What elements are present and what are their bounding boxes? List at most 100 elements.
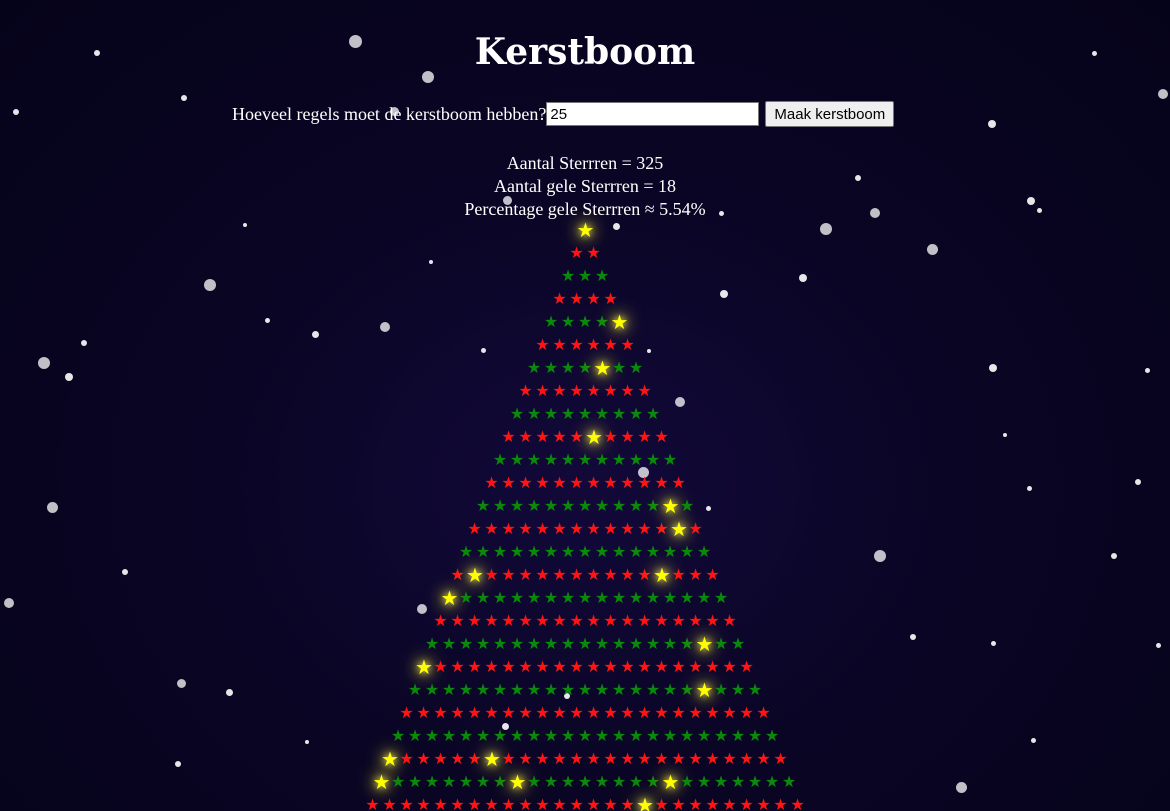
green-star-icon: ★ xyxy=(679,633,695,653)
red-star-icon: ★ xyxy=(671,748,686,768)
green-star-icon: ★ xyxy=(679,541,695,561)
red-star-icon: ★ xyxy=(569,288,584,308)
green-star-icon: ★ xyxy=(441,633,457,653)
green-star-icon: ★ xyxy=(543,449,559,469)
red-star-icon: ★ xyxy=(552,472,567,492)
green-star-icon: ★ xyxy=(509,495,525,515)
green-star-icon: ★ xyxy=(645,771,661,791)
red-star-icon: ★ xyxy=(569,334,584,354)
green-star-icon: ★ xyxy=(407,771,423,791)
red-star-icon: ★ xyxy=(467,610,482,630)
red-star-icon: ★ xyxy=(484,472,499,492)
green-star-icon: ★ xyxy=(424,633,440,653)
green-star-icon: ★ xyxy=(628,587,644,607)
green-star-icon: ★ xyxy=(713,587,729,607)
red-star-icon: ★ xyxy=(433,610,448,630)
green-star-icon: ★ xyxy=(611,541,627,561)
red-star-icon: ★ xyxy=(569,426,584,446)
tree-row: ★ ★ ★ ★ ★ ★ ★ ★ ★ ★ ★ ★ ★ ★ ★ ★ ★ ★ ★ ★ ★ ★ ★ ★ ★ ★ xyxy=(0,793,1170,811)
stats: Aantal Sterrren = 325 Aantal gele Sterrr… xyxy=(0,152,1170,221)
red-star-icon: ★ xyxy=(552,656,567,676)
red-star-icon: ★ xyxy=(671,610,686,630)
tree-row: ★ ★ ★ ★ ★ ★ ★ ★ ★ ★ ★ ★ ★ ★ xyxy=(0,517,1170,540)
red-star-icon: ★ xyxy=(654,656,669,676)
red-star-icon: ★ xyxy=(603,656,618,676)
yellow-star-icon: ★ xyxy=(653,562,671,587)
red-star-icon: ★ xyxy=(433,748,448,768)
green-star-icon: ★ xyxy=(628,679,644,699)
red-star-icon: ★ xyxy=(416,794,431,811)
red-star-icon: ★ xyxy=(416,748,431,768)
yellow-star-icon: ★ xyxy=(483,746,501,771)
green-star-icon: ★ xyxy=(492,771,508,791)
red-star-icon: ★ xyxy=(433,656,448,676)
green-star-icon: ★ xyxy=(696,725,712,745)
red-star-icon: ★ xyxy=(739,656,754,676)
red-star-icon: ★ xyxy=(637,656,652,676)
tree-row: ★ ★ ★ ★ ★ ★ ★ ★ ★ ★ ★ ★ ★ ★ ★ ★ ★ ★ ★ ★ xyxy=(0,655,1170,678)
red-star-icon: ★ xyxy=(671,656,686,676)
red-star-icon: ★ xyxy=(671,702,686,722)
red-star-icon: ★ xyxy=(518,702,533,722)
green-star-icon: ★ xyxy=(747,679,763,699)
red-star-icon: ★ xyxy=(654,748,669,768)
red-star-icon: ★ xyxy=(467,518,482,538)
red-star-icon: ★ xyxy=(637,472,652,492)
tree-row: ★ ★ ★ ★ ★ ★ ★ ★ ★ ★ ★ ★ ★ ★ ★ ★ ★ ★ ★ ★ ★ ★ ★ xyxy=(0,724,1170,747)
green-star-icon: ★ xyxy=(594,541,610,561)
red-star-icon: ★ xyxy=(654,794,669,811)
red-star-icon: ★ xyxy=(705,794,720,811)
red-star-icon: ★ xyxy=(382,794,397,811)
red-star-icon: ★ xyxy=(756,702,771,722)
yellow-star-icon: ★ xyxy=(661,493,680,518)
green-star-icon: ★ xyxy=(526,633,542,653)
red-star-icon: ★ xyxy=(569,472,584,492)
red-star-icon: ★ xyxy=(552,564,567,584)
green-star-icon: ★ xyxy=(560,265,576,285)
red-star-icon: ★ xyxy=(586,380,601,400)
green-star-icon: ★ xyxy=(441,771,457,791)
green-star-icon: ★ xyxy=(628,725,644,745)
red-star-icon: ★ xyxy=(603,748,618,768)
green-star-icon: ★ xyxy=(492,679,508,699)
green-star-icon: ★ xyxy=(560,541,576,561)
green-star-icon: ★ xyxy=(628,357,644,377)
green-star-icon: ★ xyxy=(713,633,729,653)
red-star-icon: ★ xyxy=(586,702,601,722)
green-star-icon: ★ xyxy=(594,495,610,515)
red-star-icon: ★ xyxy=(586,334,601,354)
green-star-icon: ★ xyxy=(492,725,508,745)
green-star-icon: ★ xyxy=(543,679,559,699)
green-star-icon: ★ xyxy=(594,311,610,331)
red-star-icon: ★ xyxy=(586,242,601,262)
rows-input[interactable] xyxy=(546,102,760,126)
yellow-star-icon: ★ xyxy=(610,309,629,334)
red-star-icon: ★ xyxy=(450,702,465,722)
red-star-icon: ★ xyxy=(637,610,652,630)
tree-row: ★ ★ ★ ★ ★ ★ ★ ★ ★ ★ ★ xyxy=(0,448,1170,471)
red-star-icon: ★ xyxy=(450,794,465,811)
red-star-icon: ★ xyxy=(705,564,720,584)
green-star-icon: ★ xyxy=(492,541,508,561)
green-star-icon: ★ xyxy=(747,771,763,791)
tree-row: ★ ★ ★ ★ ★ ★ xyxy=(0,333,1170,356)
green-star-icon: ★ xyxy=(696,771,712,791)
green-star-icon: ★ xyxy=(577,311,593,331)
green-star-icon: ★ xyxy=(526,357,542,377)
green-star-icon: ★ xyxy=(713,679,729,699)
green-star-icon: ★ xyxy=(662,633,678,653)
green-star-icon: ★ xyxy=(543,311,559,331)
make-tree-button[interactable]: Maak kerstboom xyxy=(765,101,895,127)
green-star-icon: ★ xyxy=(458,633,474,653)
green-star-icon: ★ xyxy=(611,587,627,607)
green-star-icon: ★ xyxy=(475,633,491,653)
green-star-icon: ★ xyxy=(560,679,576,699)
green-star-icon: ★ xyxy=(560,633,576,653)
green-star-icon: ★ xyxy=(492,587,508,607)
red-star-icon: ★ xyxy=(569,748,584,768)
red-star-icon: ★ xyxy=(501,656,516,676)
red-star-icon: ★ xyxy=(722,656,737,676)
yellow-star-icon: ★ xyxy=(585,424,603,449)
red-star-icon: ★ xyxy=(705,748,720,768)
green-star-icon: ★ xyxy=(696,587,712,607)
